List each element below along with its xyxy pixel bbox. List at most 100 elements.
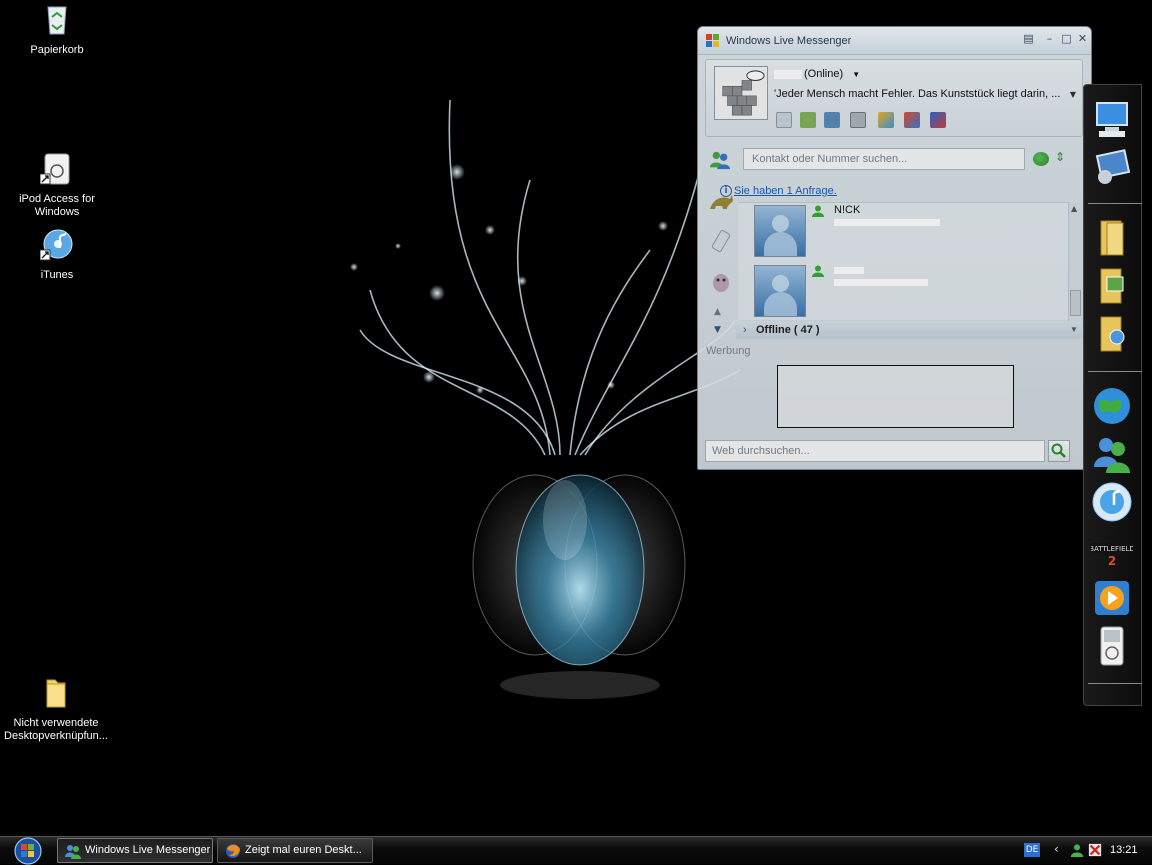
desktop-icon-label: iPod Access for Windows xyxy=(19,193,95,218)
window-title: Windows Live Messenger xyxy=(726,35,852,47)
customize-brush-icon[interactable] xyxy=(930,112,946,128)
web-search-button[interactable] xyxy=(1048,440,1070,462)
menu-button[interactable]: ▤ xyxy=(1022,33,1035,46)
display-picture[interactable] xyxy=(714,66,768,120)
dock-separator xyxy=(1088,683,1142,684)
scrollbar-thumb[interactable] xyxy=(1070,290,1081,316)
messenger-titlebar[interactable]: Windows Live Messenger ▤ – □ ✕ xyxy=(698,27,1091,55)
games-icon[interactable] xyxy=(824,112,840,128)
sort-icon[interactable]: ⇕ xyxy=(1055,150,1065,164)
contact-name: N!CK xyxy=(834,204,861,216)
itunes-icon xyxy=(39,229,73,261)
ad-label: Werbung xyxy=(706,345,751,357)
taskbar-button-messenger[interactable]: Windows Live Messenger xyxy=(57,838,213,863)
taskbar: Windows Live Messenger Zeigt mal euren D… xyxy=(0,836,1152,865)
start-button[interactable] xyxy=(0,837,48,865)
system-tray: DE ‹ 13:21 xyxy=(1020,837,1152,865)
desktop-icon-label: iTunes xyxy=(40,269,74,281)
control-panel-icon[interactable] xyxy=(1091,147,1133,189)
media-player-icon[interactable] xyxy=(1091,577,1133,619)
contact-list: i Sie haben 1 Anfrage. N!CK ▲ › Offline … xyxy=(720,185,1084,339)
contact-picture xyxy=(754,265,806,317)
spaces-icon[interactable] xyxy=(800,112,816,128)
contacts-icon[interactable] xyxy=(709,149,731,171)
language-indicator[interactable]: DE xyxy=(1024,843,1040,857)
status-selector[interactable]: (Online) ▼ xyxy=(774,68,860,80)
msn-butterfly-icon[interactable] xyxy=(878,112,894,128)
desktop-icon-label: Papierkorb xyxy=(30,44,84,56)
desktop-icon-label: Nicht verwendete Desktopverknüpfun... xyxy=(4,717,108,742)
contact-item[interactable] xyxy=(754,263,1054,317)
contact-picture xyxy=(754,205,806,257)
ipod-access-icon xyxy=(39,153,70,185)
itunes-icon[interactable] xyxy=(1091,481,1133,523)
mascot-tab-icon[interactable] xyxy=(707,267,735,295)
svg-text:2: 2 xyxy=(1108,554,1116,568)
desktop-icon-itunes[interactable]: iTunes xyxy=(1,228,113,282)
scroll-up-icon[interactable]: ▲ xyxy=(714,307,721,317)
pictures-folder-icon[interactable] xyxy=(1091,265,1133,307)
mail-icon[interactable] xyxy=(776,112,792,128)
scroll-down-arrow-icon[interactable]: ▼ xyxy=(1070,321,1078,339)
folder-icon[interactable] xyxy=(1091,217,1133,259)
chevron-right-icon: › xyxy=(743,324,747,336)
contact-item[interactable]: N!CK xyxy=(754,203,1054,257)
antivirus-tray-icon[interactable] xyxy=(1088,843,1102,857)
group-offline[interactable]: › Offline ( 47 ) ▼ xyxy=(736,321,1082,339)
clock[interactable]: 13:21 xyxy=(1110,844,1138,856)
tray-expand-icon[interactable]: ‹ xyxy=(1054,842,1059,856)
svg-text:BATTLEFIELD: BATTLEFIELD xyxy=(1091,545,1133,553)
personal-message[interactable]: 'Jeder Mensch macht Fehler. Das Kunststü… xyxy=(774,88,1070,100)
status-text: (Online) xyxy=(804,68,844,80)
close-button[interactable]: ✕ xyxy=(1076,33,1089,46)
messenger-window[interactable]: Windows Live Messenger ▤ – □ ✕ (Online) … xyxy=(697,26,1092,470)
contacts-area: N!CK xyxy=(738,202,1068,320)
contact-search-input[interactable]: Kontakt oder Nummer suchen... xyxy=(743,148,1025,170)
internet-explorer-icon[interactable] xyxy=(1091,385,1133,427)
profile-panel: (Online) ▼ 'Jeder Mensch macht Fehler. D… xyxy=(705,59,1083,137)
add-contact-icon[interactable] xyxy=(1033,152,1049,166)
my-computer-icon[interactable] xyxy=(1091,99,1133,141)
redacted-name xyxy=(774,69,802,79)
dock-separator xyxy=(1088,203,1142,204)
ipod-icon[interactable] xyxy=(1091,625,1133,667)
info-icon: i xyxy=(720,185,732,197)
redacted-message xyxy=(834,279,928,286)
maximize-button[interactable]: □ xyxy=(1060,33,1073,46)
minimize-button[interactable]: – xyxy=(1043,33,1056,46)
office-icon[interactable] xyxy=(904,112,920,128)
taskbar-button-firefox[interactable]: Zeigt mal euren Deskt... xyxy=(217,838,373,863)
wallpaper xyxy=(350,99,741,699)
online-status-icon xyxy=(812,265,824,277)
search-icon xyxy=(1051,443,1066,458)
mobile-tab-icon[interactable] xyxy=(707,227,735,255)
activities-icon[interactable] xyxy=(850,112,866,128)
ad-banner[interactable] xyxy=(777,365,1014,428)
online-status-icon xyxy=(812,205,824,217)
folder-icon xyxy=(46,679,66,708)
dock-separator xyxy=(1088,371,1142,372)
chevron-down-icon[interactable]: ▼ xyxy=(1070,90,1076,99)
messenger-icon xyxy=(65,845,81,859)
request-link[interactable]: Sie haben 1 Anfrage. xyxy=(734,185,837,197)
battlefield-2-icon[interactable]: BATTLEFIELD 2 xyxy=(1091,529,1133,571)
desktop-icon-unused-shortcuts[interactable]: Nicht verwendete Desktopverknüpfun... xyxy=(0,676,112,743)
windows-logo-icon xyxy=(706,34,719,47)
messenger-tray-icon[interactable] xyxy=(1070,843,1084,857)
desktop-icon-recycle-bin[interactable]: Papierkorb xyxy=(1,3,113,57)
group-offline-label: Offline ( 47 ) xyxy=(756,324,820,336)
taskbar-button-label: Windows Live Messenger xyxy=(85,844,211,856)
desktop-icon-ipod-access[interactable]: iPod Access for Windows xyxy=(1,152,113,219)
redacted-name xyxy=(834,267,864,274)
desktop: Papierkorb iPod Access for Windows iTune… xyxy=(0,0,1152,836)
contact-list-scrollbar[interactable]: ▲ xyxy=(1068,202,1082,322)
web-search-input[interactable]: Web durchsuchen... xyxy=(705,440,1045,462)
right-dock: BATTLEFIELD 2 xyxy=(1083,84,1142,706)
tab-strip: ▲ ▼ xyxy=(705,185,737,335)
scroll-down-icon[interactable]: ▼ xyxy=(714,325,721,335)
contact-search-row: Kontakt oder Nummer suchen... ⇕ xyxy=(705,145,1083,175)
messenger-icon[interactable] xyxy=(1091,433,1133,475)
music-folder-icon[interactable] xyxy=(1091,313,1133,355)
recycle-bin-icon xyxy=(47,6,67,35)
scroll-up-arrow-icon[interactable]: ▲ xyxy=(1071,204,1077,213)
